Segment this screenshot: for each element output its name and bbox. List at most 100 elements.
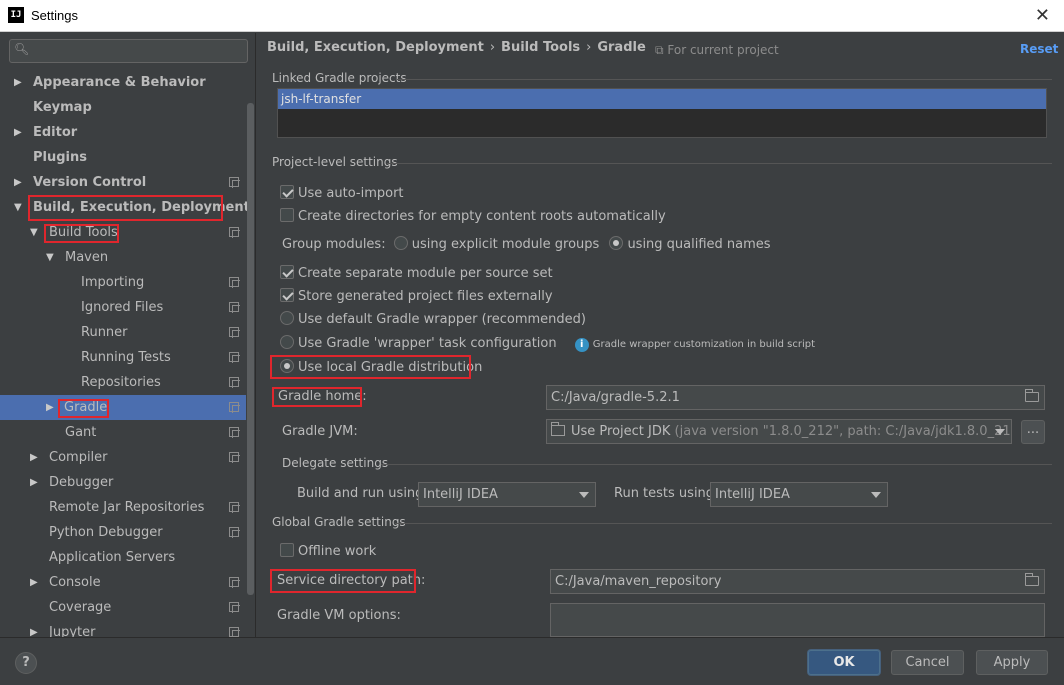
help-button[interactable]: ? [15,652,37,674]
sidebar-item[interactable]: Coverage [0,595,246,620]
collapse-arrow-icon[interactable]: ▶ [46,395,54,420]
collapse-arrow-icon[interactable]: ▶ [14,170,22,195]
sidebar-item[interactable]: ▶ Compiler [0,445,246,470]
separate-module-checkbox[interactable] [280,265,294,279]
project-config-icon [229,227,240,238]
separate-module-option[interactable]: Create separate module per source set [280,264,553,284]
sidebar-item[interactable]: Running Tests [0,345,246,370]
sidebar-item[interactable]: ▶ Jupyter [0,620,246,637]
sidebar-item[interactable]: Runner [0,320,246,345]
expand-arrow-icon[interactable]: ▼ [46,245,54,270]
collapse-arrow-icon[interactable]: ▶ [30,470,38,495]
sidebar-item[interactable]: Ignored Files [0,295,246,320]
auto-import-checkbox[interactable] [280,185,294,199]
default-wrapper-radio[interactable] [280,311,294,325]
sidebar-item[interactable]: Keymap [0,95,246,120]
project-scope-icon: ⧉ [655,43,668,57]
sidebar-item[interactable]: Plugins [0,145,246,170]
sidebar-item[interactable]: ▶ Version Control [0,170,246,195]
browse-jvm-button[interactable]: ... [1021,420,1045,444]
sidebar-item-label: Maven [65,250,109,265]
sidebar-item[interactable]: ▶ Appearance & Behavior [0,70,246,95]
vm-options-field[interactable] [550,603,1045,637]
sidebar-item[interactable]: ▶ Editor [0,120,246,145]
sidebar-item[interactable]: Gant [0,420,246,445]
service-dir-field[interactable]: C:/Java/maven_repository [550,569,1045,594]
local-distribution-label: Use local Gradle distribution [298,360,483,375]
project-config-icon [229,527,240,538]
sidebar-item[interactable]: Repositories [0,370,246,395]
expand-arrow-icon[interactable]: ▼ [30,220,38,245]
store-external-checkbox[interactable] [280,288,294,302]
create-dirs-option[interactable]: Create directories for empty content roo… [280,207,666,227]
chevron-down-icon [579,492,589,498]
expand-arrow-icon[interactable]: ▼ [14,195,22,220]
group-qualified-label: using qualified names [627,237,771,252]
offline-work-option[interactable]: Offline work [280,542,376,562]
gradle-jvm-label: Gradle JVM: [282,424,358,439]
auto-import-option[interactable]: Use auto-import [280,184,404,204]
create-dirs-checkbox[interactable] [280,208,294,222]
ok-button[interactable]: OK [808,650,880,675]
store-external-option[interactable]: Store generated project files externally [280,287,553,307]
collapse-arrow-icon[interactable]: ▶ [14,70,22,95]
sidebar-item[interactable]: Application Servers [0,545,246,570]
sidebar-item[interactable]: ▼ Maven [0,245,246,270]
gradle-jvm-detail: (java version "1.8.0_212", path: C:/Java… [674,424,1012,439]
sidebar-item[interactable]: Remote Jar Repositories [0,495,246,520]
local-distribution-radio[interactable] [280,359,294,373]
project-config-icon [229,502,240,513]
build-run-select[interactable]: IntelliJ IDEA [418,482,596,507]
cancel-button[interactable]: Cancel [891,650,964,675]
sidebar-item-label: Gant [65,425,97,440]
sidebar-item-label: Python Debugger [49,525,163,540]
sidebar-item[interactable]: ▼ Build, Execution, Deployment [0,195,250,220]
wrapper-task-radio[interactable] [280,335,294,349]
title-bar: IJ Settings ✕ [0,0,1064,32]
default-wrapper-option[interactable]: Use default Gradle wrapper (recommended) [280,310,586,330]
collapse-arrow-icon[interactable]: ▶ [30,445,38,470]
breadcrumb-gradle: Gradle [597,40,646,55]
search-input[interactable]: 🔍︎ [9,39,248,63]
local-distribution-option[interactable]: Use local Gradle distribution [280,358,482,378]
sidebar-item[interactable]: ▶ Console [0,570,246,595]
sidebar-item-label: Version Control [33,175,147,190]
delegate-settings-title: Delegate settings [282,456,389,470]
sidebar-item[interactable]: Importing [0,270,246,295]
project-config-icon [229,377,240,388]
breadcrumb-build-execution[interactable]: Build, Execution, Deployment [267,40,484,55]
collapse-arrow-icon[interactable]: ▶ [14,120,22,145]
collapse-arrow-icon[interactable]: ▶ [30,620,38,637]
apply-button[interactable]: Apply [976,650,1048,675]
offline-work-checkbox[interactable] [280,543,294,557]
gradle-home-field[interactable]: C:/Java/gradle-5.2.1 [546,385,1045,410]
sidebar-item[interactable]: ▶ Debugger [0,470,246,495]
folder-icon[interactable] [1025,573,1039,586]
sidebar-item-label: Running Tests [81,350,171,365]
close-icon[interactable]: ✕ [1035,5,1050,26]
store-external-label: Store generated project files externally [298,289,553,304]
for-current-project: ⧉ For current project [655,43,779,58]
run-tests-select[interactable]: IntelliJ IDEA [710,482,888,507]
folder-icon[interactable] [1025,389,1039,402]
sidebar-item[interactable]: ▶ Gradle [0,395,246,420]
breadcrumb-separator: › [586,40,592,55]
divider [395,523,1052,524]
sidebar-item[interactable]: ▼ Build Tools [0,220,246,245]
sidebar-item[interactable]: Python Debugger [0,520,246,545]
service-dir-label: Service directory path: [277,573,426,588]
divider [397,79,1052,80]
sidebar-item-label: Runner [81,325,128,340]
linked-projects-list[interactable]: jsh-lf-transfer [277,88,1047,138]
linked-project-item[interactable]: jsh-lf-transfer [278,89,1046,109]
gradle-jvm-select[interactable]: Use Project JDK (java version "1.8.0_212… [546,419,1012,444]
group-explicit-radio[interactable] [393,236,408,250]
intellij-logo-icon: IJ [8,7,24,23]
group-qualified-radio[interactable] [609,236,624,250]
collapse-arrow-icon[interactable]: ▶ [30,570,38,595]
wrapper-task-option[interactable]: Use Gradle 'wrapper' task configuration … [280,334,815,354]
dialog-button-bar: ? OK Cancel Apply [0,637,1064,685]
sidebar-scrollbar[interactable] [247,103,254,595]
breadcrumb-build-tools[interactable]: Build Tools [501,40,580,55]
reset-link[interactable]: Reset [1020,42,1058,56]
